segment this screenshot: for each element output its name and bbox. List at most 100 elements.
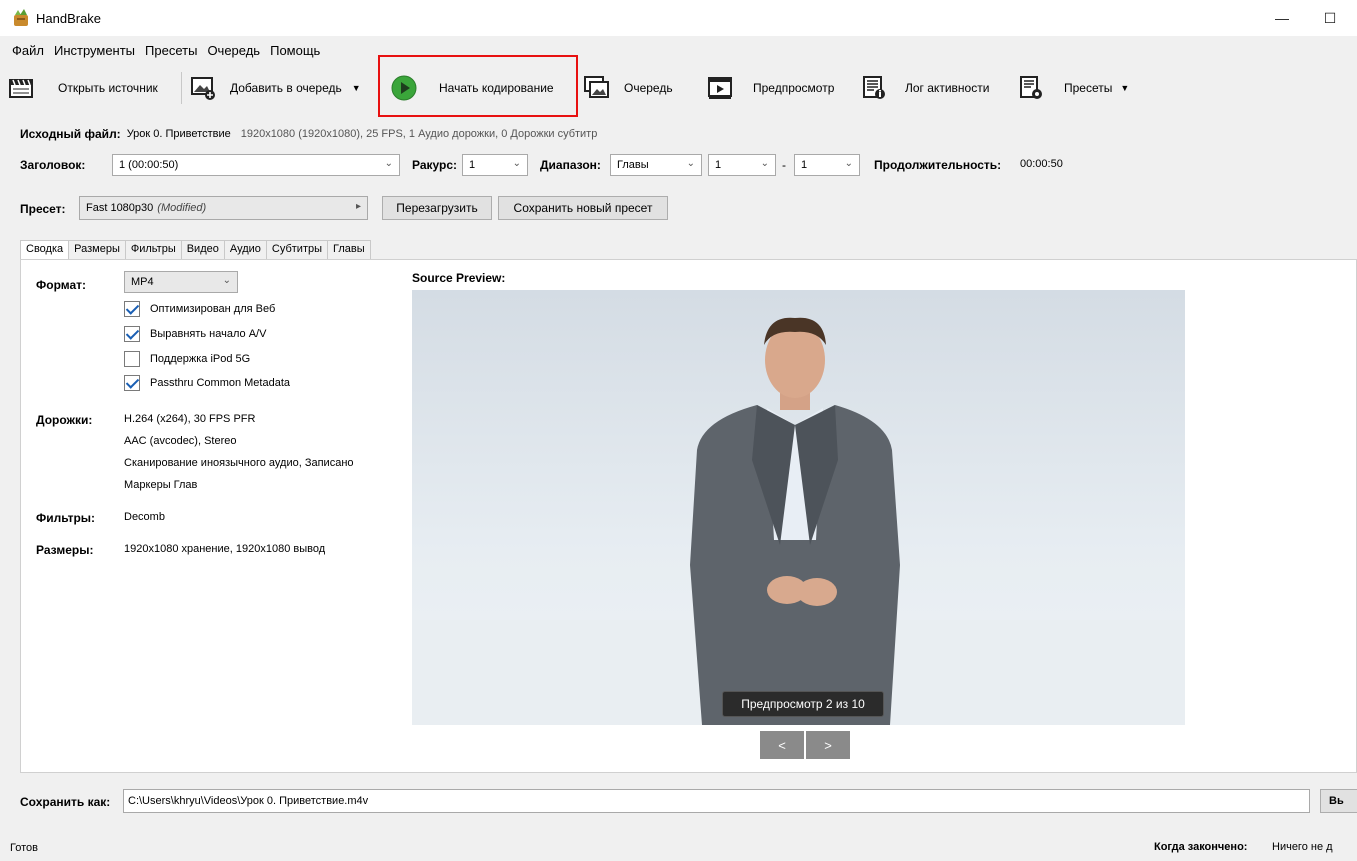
preview-counter-overlay: Предпросмотр 2 из 10	[722, 691, 884, 717]
preset-modified: (Modified)	[157, 202, 207, 214]
presets-document-gear-icon	[1020, 76, 1042, 99]
angle-select-value: 1	[469, 159, 476, 171]
chevron-down-icon: ⌄	[384, 158, 393, 169]
minimize-button[interactable]: —	[1270, 6, 1294, 30]
chevron-down-icon: ⌄	[222, 275, 231, 286]
preset-label: Пресет:	[20, 202, 66, 216]
sizes-value: 1920x1080 хранение, 1920x1080 вывод	[124, 543, 326, 555]
save-as-label: Сохранить как:	[20, 795, 111, 809]
preset-selector[interactable]: Fast 1080p30 (Modified) ▸	[79, 196, 368, 220]
when-done-value[interactable]: Ничего не д	[1272, 841, 1333, 853]
film-clapper-icon	[9, 79, 33, 98]
chevron-down-icon: ⌄	[760, 158, 769, 169]
format-value: MP4	[131, 276, 154, 288]
track-item: H.264 (x264), 30 FPS PFR	[124, 413, 256, 425]
track-item: AAC (avcodec), Stereo	[124, 435, 237, 447]
save-path-input[interactable]: C:\Users\khryu\Videos\Урок 0. Приветстви…	[123, 789, 1310, 813]
queue-label: Очередь	[624, 81, 673, 95]
angle-label: Ракурс:	[412, 158, 458, 172]
browse-button[interactable]: Вь	[1320, 789, 1357, 813]
preview-prev-button[interactable]: <	[760, 731, 804, 759]
activity-log-button[interactable]: Лог активности	[861, 66, 989, 110]
preview-screen-icon	[708, 77, 732, 99]
tab-subtitles[interactable]: Субтитры	[265, 240, 329, 260]
reload-preset-button[interactable]: Перезагрузить	[382, 196, 492, 220]
angle-select[interactable]: 1 ⌄	[462, 154, 528, 176]
title-label: Заголовок:	[20, 158, 86, 172]
status-text: Готов	[10, 842, 38, 854]
source-info: 1920x1080 (1920x1080), 25 FPS, 1 Аудио д…	[240, 128, 598, 140]
save-path-value: C:\Users\khryu\Videos\Урок 0. Приветстви…	[128, 795, 369, 807]
source-preview-heading: Source Preview:	[412, 271, 506, 285]
title-row: Заголовок:	[20, 154, 85, 176]
presets-button[interactable]: Пресеты ▼	[1018, 66, 1129, 110]
settings-tabs: Сводка Размеры Фильтры Видео Аудио Субти…	[20, 240, 371, 261]
tab-filters[interactable]: Фильтры	[124, 240, 182, 260]
chevron-down-icon: ⌄	[844, 158, 853, 169]
preview-label: Предпросмотр	[753, 81, 835, 95]
handbrake-logo-icon	[14, 9, 28, 26]
activity-log-label: Лог активности	[905, 81, 990, 95]
format-label: Формат:	[36, 278, 87, 292]
passthru-metadata-label: Passthru Common Metadata	[150, 377, 291, 389]
add-to-queue-button[interactable]: Добавить в очередь ▼	[190, 66, 361, 110]
toolbar: Открыть источник Добавить в очередь ▼ На…	[0, 66, 1357, 110]
source-name: Урок 0. Приветствие	[126, 128, 231, 140]
add-image-icon	[191, 77, 215, 100]
start-encode-highlight	[378, 55, 578, 117]
range-label: Диапазон:	[540, 158, 601, 172]
range-start-select[interactable]: 1 ⌄	[708, 154, 776, 176]
source-row: Исходный файл: Урок 0. Приветствие 1920x…	[20, 127, 597, 141]
tracks-label: Дорожки:	[36, 413, 93, 427]
web-optimized-label: Оптимизирован для Веб	[150, 303, 276, 315]
menu-tools[interactable]: Инструменты	[50, 40, 139, 62]
title-select-value: 1 (00:00:50)	[119, 159, 179, 171]
presets-dropdown-icon[interactable]: ▼	[1120, 83, 1129, 93]
filters-label: Фильтры:	[36, 511, 96, 525]
tab-video[interactable]: Видео	[180, 240, 225, 260]
queue-button[interactable]: Очередь	[584, 66, 673, 110]
web-optimized-checkbox[interactable]	[124, 301, 140, 317]
align-av-label: Выравнять начало A/V	[150, 328, 267, 340]
format-select[interactable]: MP4 ⌄	[124, 271, 238, 293]
menu-file[interactable]: Файл	[8, 40, 48, 62]
when-done-label: Когда закончено:	[1154, 841, 1248, 853]
tab-chapters[interactable]: Главы	[327, 240, 371, 260]
chevron-right-icon: ▸	[355, 201, 361, 212]
track-item: Маркеры Глав	[124, 479, 198, 491]
queue-images-icon	[584, 76, 609, 98]
maximize-button[interactable]: ☐	[1318, 6, 1342, 30]
track-item: Сканирование иноязычного аудио, Записано	[124, 457, 354, 469]
sizes-label: Размеры:	[36, 543, 94, 557]
passthru-metadata-checkbox[interactable]	[124, 375, 140, 391]
preview-next-button[interactable]: >	[806, 731, 850, 759]
add-to-queue-label: Добавить в очередь	[230, 81, 342, 95]
tab-dimensions[interactable]: Размеры	[68, 240, 126, 260]
chevron-down-icon: ⌄	[512, 158, 521, 169]
range-type-value: Главы	[617, 159, 649, 171]
source-preview-image	[412, 290, 1185, 725]
range-end-select[interactable]: 1 ⌄	[794, 154, 860, 176]
menu-bar: Файл Инструменты Пресеты Очередь Помощь	[0, 40, 326, 62]
open-source-label: Открыть источник	[58, 81, 158, 95]
preset-value: Fast 1080p30	[86, 202, 154, 214]
ipod-5g-checkbox[interactable]	[124, 351, 140, 367]
range-type-select[interactable]: Главы ⌄	[610, 154, 702, 176]
save-new-preset-button[interactable]: Сохранить новый пресет	[498, 196, 668, 220]
open-source-button[interactable]: Открыть источник	[8, 66, 158, 110]
tab-summary[interactable]: Сводка	[20, 240, 70, 261]
duration-value: 00:00:50	[1020, 158, 1063, 170]
add-to-queue-dropdown-icon[interactable]: ▼	[352, 83, 361, 93]
activity-log-icon	[863, 76, 885, 99]
filters-value: Decomb	[124, 511, 165, 523]
presenter-video-frame	[412, 317, 1185, 725]
tab-audio[interactable]: Аудио	[223, 240, 267, 260]
menu-help[interactable]: Помощь	[266, 40, 324, 62]
align-av-checkbox[interactable]	[124, 326, 140, 342]
title-select[interactable]: 1 (00:00:50) ⌄	[112, 154, 400, 176]
menu-queue[interactable]: Очередь	[203, 40, 264, 62]
source-label: Исходный файл:	[20, 127, 121, 141]
preview-button[interactable]: Предпросмотр	[707, 66, 834, 110]
menu-presets[interactable]: Пресеты	[141, 40, 201, 62]
ipod-5g-label: Поддержка iPod 5G	[150, 353, 251, 365]
